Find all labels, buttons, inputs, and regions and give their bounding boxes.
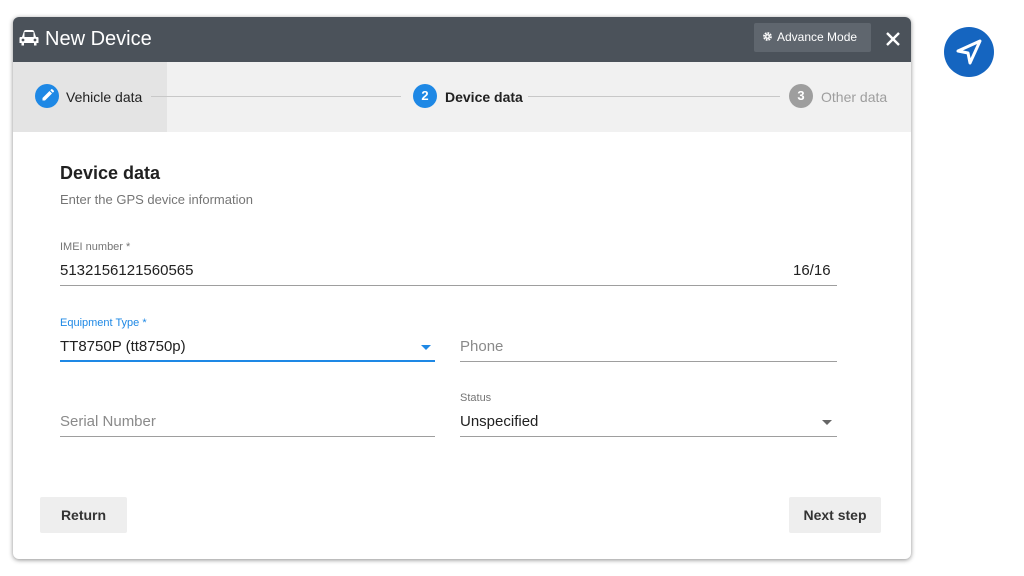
- step-label-other-data[interactable]: Other data: [821, 88, 887, 106]
- stepper: Vehicle data 2 Device data 3 Other data: [13, 62, 911, 132]
- status-underline: [460, 436, 837, 437]
- return-button[interactable]: Return: [40, 497, 127, 533]
- serial-number-input[interactable]: Serial Number: [60, 413, 156, 430]
- step-number-2: 2: [413, 84, 437, 108]
- step-connector: [151, 96, 401, 97]
- new-device-dialog: New Device Advance Mode Vehicle data 2 D…: [13, 17, 911, 559]
- form-subheading: Enter the GPS device information: [60, 192, 253, 207]
- step-connector: [528, 96, 780, 97]
- equipment-type-label: Equipment Type *: [60, 317, 147, 329]
- equipment-type-underline: [60, 360, 435, 362]
- navigation-arrow-icon: [944, 39, 994, 81]
- serial-number-underline: [60, 436, 435, 437]
- step-label-vehicle-data[interactable]: Vehicle data: [66, 88, 142, 106]
- imei-char-counter: 16/16: [793, 262, 831, 279]
- step-label-device-data[interactable]: Device data: [445, 88, 523, 106]
- equipment-type-select[interactable]: TT8750P (tt8750p): [60, 338, 186, 355]
- imei-label: IMEI number *: [60, 241, 131, 253]
- navigation-button[interactable]: [944, 27, 994, 77]
- dropdown-caret-icon[interactable]: [421, 345, 431, 350]
- status-select[interactable]: Unspecified: [460, 413, 538, 430]
- imei-input[interactable]: 5132156121560565: [60, 262, 193, 279]
- phone-underline: [460, 361, 837, 362]
- dropdown-caret-icon[interactable]: [822, 420, 832, 425]
- gear-icon: [762, 24, 773, 41]
- status-label: Status: [460, 392, 492, 404]
- step-number-3: 3: [789, 84, 813, 108]
- advance-mode-label: Advance Mode: [777, 30, 858, 44]
- car-icon: [19, 29, 39, 47]
- close-icon[interactable]: [882, 28, 904, 50]
- imei-underline: [60, 285, 837, 286]
- form-heading: Device data: [60, 163, 161, 183]
- dialog-titlebar: New Device Advance Mode: [13, 17, 911, 62]
- next-step-button[interactable]: Next step: [789, 497, 881, 533]
- phone-input[interactable]: Phone: [460, 338, 503, 355]
- edit-icon: [35, 84, 59, 108]
- advance-mode-button[interactable]: Advance Mode: [754, 23, 871, 52]
- form-content: Device data Enter the GPS device informa…: [13, 132, 911, 559]
- dialog-title: New Device: [45, 28, 152, 50]
